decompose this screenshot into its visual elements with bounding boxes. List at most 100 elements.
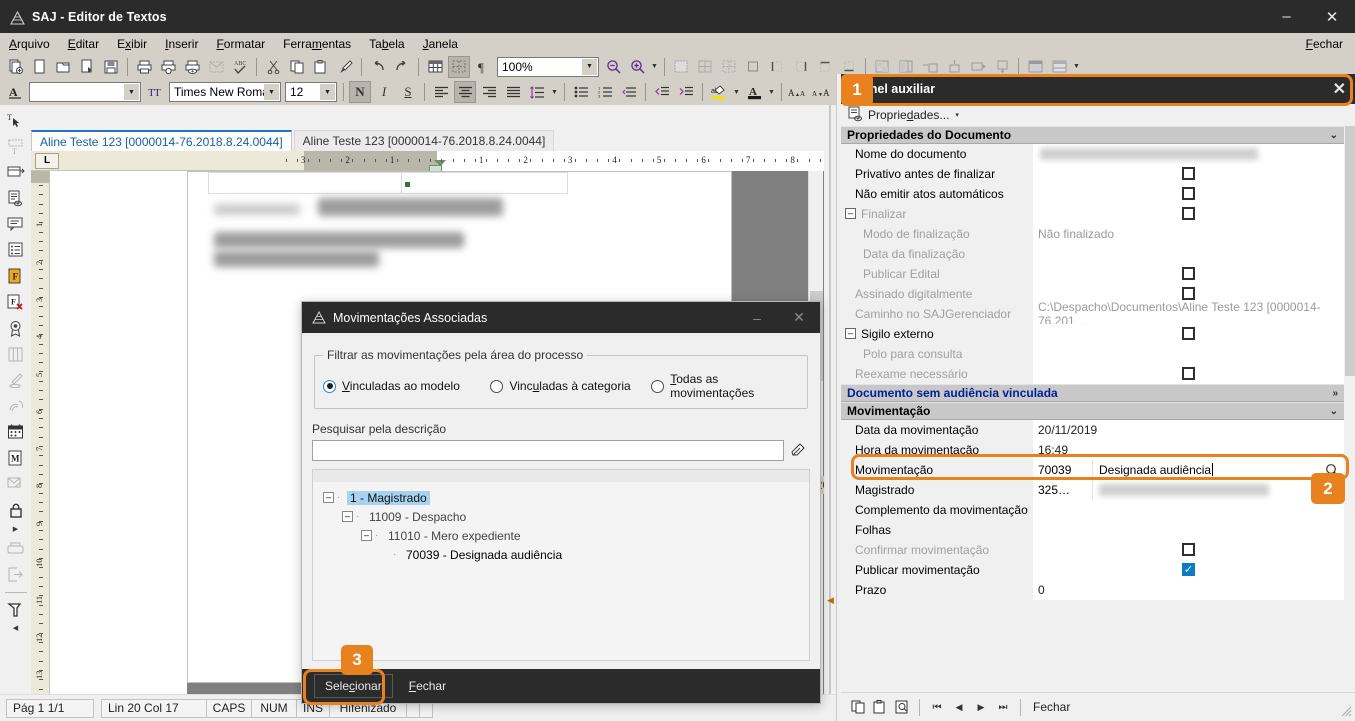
menu-item-formatar[interactable]: Formatar — [207, 35, 274, 53]
text-select-icon[interactable]: T — [4, 108, 28, 132]
numbered-list-icon[interactable]: 123 — [594, 81, 616, 103]
property-row[interactable]: Folhas — [841, 519, 1344, 540]
property-value[interactable] — [1033, 163, 1344, 184]
property-row[interactable]: – Finalizar — [841, 203, 1344, 224]
tree-expander-icon[interactable]: – — [361, 530, 372, 541]
property-row[interactable]: Nome do documento — [841, 143, 1344, 164]
font-color-arrow-icon[interactable]: ▼ — [766, 81, 777, 103]
property-value[interactable] — [1033, 499, 1344, 520]
checkbox-icon[interactable] — [1182, 267, 1195, 280]
property-value[interactable] — [1033, 243, 1344, 264]
menu-item-editar[interactable]: Editar — [59, 35, 108, 53]
property-row[interactable]: Confirmar movimentação — [841, 539, 1344, 560]
minimize-button[interactable]: – — [1264, 0, 1309, 33]
highlight-color-icon[interactable]: ab — [708, 81, 730, 103]
align-left-icon[interactable] — [430, 81, 452, 103]
property-value[interactable] — [1033, 363, 1344, 384]
nav-first-icon[interactable]: ⏮ — [926, 696, 948, 718]
property-row[interactable]: Prazo 0 — [841, 579, 1344, 600]
property-value[interactable]: 16:49 — [1033, 439, 1344, 460]
group-documento-sem-audiencia[interactable]: Documento sem audiência vinculada » — [841, 384, 1344, 402]
movement-icon[interactable]: M — [4, 446, 28, 470]
align-center-icon[interactable] — [454, 81, 476, 103]
copy-icon[interactable] — [847, 696, 869, 718]
property-row[interactable]: Data da movimentação 20/11/2019 — [841, 419, 1344, 440]
menu-item-inserir[interactable]: Inserir — [156, 35, 207, 53]
doc-tab-0[interactable]: Aline Teste 123 [0000014-76.2018.8.24.00… — [31, 130, 292, 151]
decrease-indent-icon[interactable] — [651, 81, 673, 103]
property-value[interactable]: 0 — [1033, 579, 1344, 600]
increase-indent-icon[interactable] — [675, 81, 697, 103]
tree-node[interactable]: – · 11009 - Despacho — [313, 507, 809, 526]
properties-list[interactable]: Propriedades do Documento ⌄ Nome do docume… — [841, 126, 1344, 721]
highlight-color-arrow-icon[interactable]: ▼ — [731, 81, 742, 103]
unfinalize-document-icon[interactable]: F — [4, 290, 28, 314]
checkbox-icon[interactable] — [1182, 207, 1195, 220]
dialog-fechar-button[interactable]: Fechar — [399, 675, 456, 697]
property-row[interactable]: – Sigilo externo — [841, 323, 1344, 344]
vertical-ruler[interactable]: 1 2 3 4 5 6 7 8 9 10 11 12 13 — [31, 171, 50, 694]
italic-button[interactable]: I — [373, 81, 395, 103]
list-properties-icon[interactable] — [4, 238, 28, 262]
checkbox-checked-icon[interactable]: ✓ — [1182, 563, 1195, 576]
tree-node[interactable]: – · 11010 - Mero expediente — [313, 526, 809, 545]
doc-tab-1[interactable]: Aline Teste 123 [0000014-76.2018.8.24.00… — [293, 130, 555, 151]
property-text[interactable] — [1093, 479, 1344, 500]
undo-icon[interactable] — [367, 56, 389, 78]
zoom-in-icon[interactable] — [626, 56, 648, 78]
insert-field-icon[interactable] — [4, 160, 28, 184]
property-value[interactable]: 70039 Designada audiência — [1033, 459, 1344, 480]
copy-icon[interactable] — [286, 56, 308, 78]
property-value[interactable] — [1033, 539, 1344, 560]
chevron-down-icon[interactable]: ▼ — [124, 84, 139, 100]
redo-icon[interactable] — [391, 56, 413, 78]
chevron-down-icon[interactable]: ▼ — [582, 58, 597, 75]
find-icon[interactable] — [891, 696, 913, 718]
movimentacao-text-input[interactable]: Designada audiência — [1093, 459, 1344, 480]
property-row[interactable]: Magistrado 325… — [841, 479, 1344, 500]
underline-button[interactable]: S — [397, 81, 419, 103]
hanging-indent-marker[interactable] — [429, 164, 442, 171]
group-propriedades-do-documento[interactable]: Propriedades do Documento ⌄ — [841, 126, 1344, 144]
property-row[interactable]: Polo para consulta — [841, 343, 1344, 364]
chevron-icon[interactable]: ⌄ — [1330, 130, 1338, 141]
property-row[interactable]: Privativo antes de finalizar — [841, 163, 1344, 184]
spellcheck-icon[interactable]: ABC — [229, 56, 251, 78]
aux-close-button[interactable]: Fechar — [1033, 700, 1070, 714]
format-painter-icon[interactable] — [334, 56, 356, 78]
property-value[interactable]: 20/11/2019 — [1033, 419, 1344, 440]
stamp-icon[interactable] — [4, 597, 28, 621]
tree-node-label[interactable]: 11009 - Despacho — [366, 510, 469, 524]
tree-expander-icon[interactable]: – — [845, 328, 856, 339]
search-input[interactable] — [312, 440, 784, 461]
checkbox-icon[interactable] — [1182, 187, 1195, 200]
property-row[interactable]: Não emitir atos automáticos — [841, 183, 1344, 204]
property-row[interactable]: Complemento da movimentação — [841, 499, 1344, 520]
save-icon[interactable] — [100, 56, 122, 78]
chevron-down-icon[interactable]: ▼ — [320, 84, 335, 100]
chevron-icon[interactable]: » — [1332, 388, 1338, 399]
print-preview-icon[interactable] — [157, 56, 179, 78]
cut-icon[interactable] — [262, 56, 284, 78]
chevron-down-icon[interactable]: ▼ — [264, 84, 279, 100]
tree-node[interactable]: · 70039 - Designada audiência — [313, 545, 809, 564]
horizontal-ruler[interactable]: L 321123456789 — [31, 150, 836, 171]
tree-node-label[interactable]: 11010 - Mero expediente — [385, 529, 524, 543]
radio-todas-as-movimentacoes[interactable]: Todas as movimentações — [651, 372, 799, 400]
bold-button[interactable]: N — [349, 81, 371, 103]
comment-icon[interactable] — [4, 212, 28, 236]
menu-item-arquivo[interactable]: Arquivo — [0, 35, 59, 53]
movimentacao-code-input[interactable]: 70039 — [1033, 459, 1093, 480]
close-window-button[interactable]: ✕ — [1309, 0, 1355, 33]
tree-expander-icon[interactable]: – — [323, 492, 334, 503]
checkbox-icon[interactable] — [1182, 327, 1195, 340]
chevron-icon[interactable]: ⌄ — [1330, 406, 1338, 417]
selecionar-button[interactable]: Selecionar — [314, 674, 393, 698]
aux-panel-scrollbar[interactable] — [1344, 126, 1355, 721]
property-value[interactable] — [1033, 519, 1344, 540]
movimentacoes-associadas-dialog[interactable]: Movimentações Associadas – ✕ Filtrar as … — [301, 301, 821, 704]
property-value[interactable] — [1033, 323, 1344, 344]
insert-table-icon[interactable] — [424, 56, 446, 78]
property-row[interactable]: Hora da movimentação 16:49 — [841, 439, 1344, 460]
collapse-panel-arrow-icon[interactable]: ◀ — [4, 623, 28, 633]
